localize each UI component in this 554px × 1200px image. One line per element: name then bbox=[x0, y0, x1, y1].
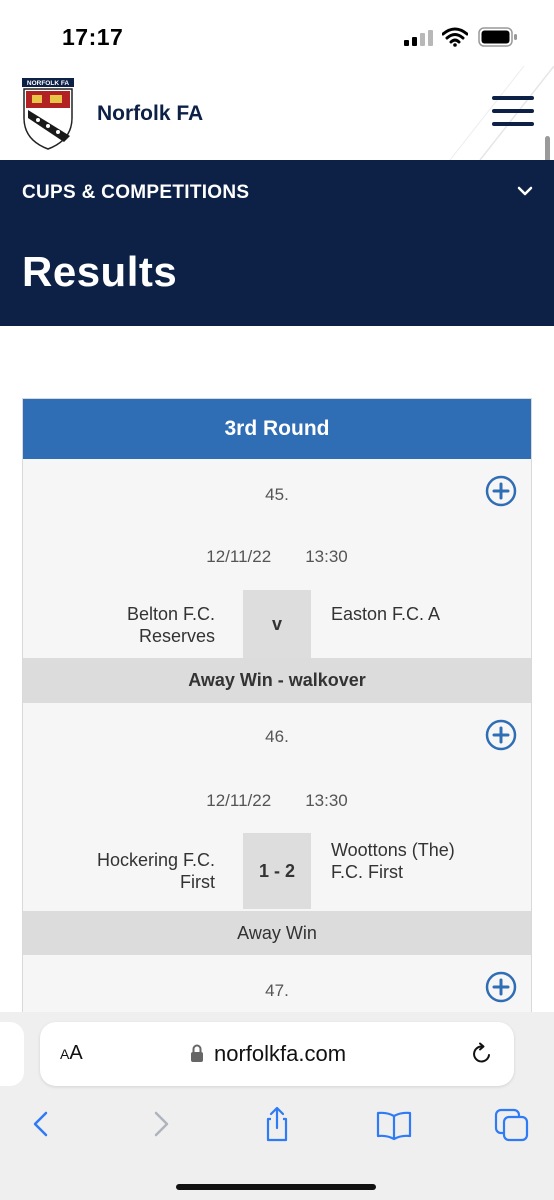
reload-icon[interactable] bbox=[470, 1042, 494, 1066]
fixture-time: 13:30 bbox=[305, 791, 348, 810]
fixture-number: 47. bbox=[265, 981, 289, 1000]
fixture-number: 45. bbox=[265, 485, 289, 504]
fixture-time: 13:30 bbox=[305, 547, 348, 566]
scrollbar-thumb[interactable] bbox=[545, 136, 550, 160]
address-bar[interactable]: AA norfolkfa.com bbox=[40, 1022, 514, 1086]
tabs-icon[interactable] bbox=[492, 1104, 532, 1144]
back-icon[interactable] bbox=[22, 1104, 62, 1144]
score-box: 1 - 2 bbox=[243, 833, 311, 909]
browser-toolbar bbox=[0, 1096, 554, 1200]
fixture-date: 12/11/22 bbox=[206, 791, 272, 810]
svg-text:NORFOLK FA: NORFOLK FA bbox=[27, 80, 70, 87]
fixture-datetime: 12/11/22 13:30 bbox=[23, 547, 531, 567]
fixture-datetime: 12/11/22 13:30 bbox=[23, 791, 531, 811]
fixture-item: 47. bbox=[23, 955, 531, 1017]
browser-address-area: AA norfolkfa.com bbox=[0, 1012, 554, 1096]
result-bar: Away Win bbox=[23, 911, 531, 955]
result-bar: Away Win - walkover bbox=[23, 658, 531, 703]
page-title: Results bbox=[22, 248, 178, 295]
home-team: Belton F.C. Reserves bbox=[126, 604, 215, 646]
fixture-number: 46. bbox=[265, 727, 289, 746]
reader-mode-button[interactable]: AA bbox=[60, 1042, 83, 1065]
fixture-item: 45. 12/11/22 13:30 Belton F.C. Reserves v… bbox=[23, 459, 531, 703]
fixture-item: 46. 12/11/22 13:30 Hockering F.C. First 1… bbox=[23, 703, 531, 955]
norfolk-fa-crest-logo[interactable]: NORFOLK FA bbox=[20, 78, 76, 150]
section-nav-label: CUPS & COMPETITIONS bbox=[22, 182, 250, 203]
signal-icon bbox=[404, 30, 433, 46]
home-indicator[interactable] bbox=[176, 1184, 376, 1190]
expand-plus-icon[interactable] bbox=[485, 971, 517, 1003]
battery-icon bbox=[478, 27, 517, 47]
brand-name[interactable]: Norfolk FA bbox=[97, 102, 203, 126]
expand-plus-icon[interactable] bbox=[485, 475, 517, 507]
wifi-icon bbox=[442, 27, 468, 47]
away-team: Woottons (The) F.C. First bbox=[331, 840, 455, 882]
lock-icon bbox=[191, 1044, 203, 1062]
url-text: norfolkfa.com bbox=[214, 1041, 347, 1066]
share-icon[interactable] bbox=[257, 1104, 297, 1144]
bookmarks-icon[interactable] bbox=[374, 1104, 414, 1144]
chevron-down-icon bbox=[517, 186, 533, 196]
section-nav-dropdown[interactable]: CUPS & COMPETITIONS bbox=[0, 160, 554, 224]
status-time: 17:17 bbox=[62, 24, 124, 50]
score-box: v bbox=[243, 590, 311, 658]
status-bar: 17:17 bbox=[0, 0, 554, 66]
expand-plus-icon[interactable] bbox=[485, 719, 517, 751]
hamburger-menu-icon[interactable] bbox=[492, 96, 534, 130]
previous-tab-edge[interactable] bbox=[0, 1022, 24, 1086]
section-banner: CUPS & COMPETITIONS Results bbox=[0, 160, 554, 326]
fixture-date: 12/11/22 bbox=[206, 547, 272, 566]
results-card: 3rd Round 45. 12/11/22 13:30 Belton F.C. … bbox=[22, 398, 532, 1018]
home-team: Hockering F.C. First bbox=[96, 850, 215, 892]
site-header: NORFOLK FA Norfolk FA bbox=[0, 66, 554, 160]
round-header: 3rd Round bbox=[23, 399, 531, 459]
forward-icon[interactable] bbox=[140, 1104, 180, 1144]
away-team: Easton F.C. A bbox=[331, 604, 441, 624]
